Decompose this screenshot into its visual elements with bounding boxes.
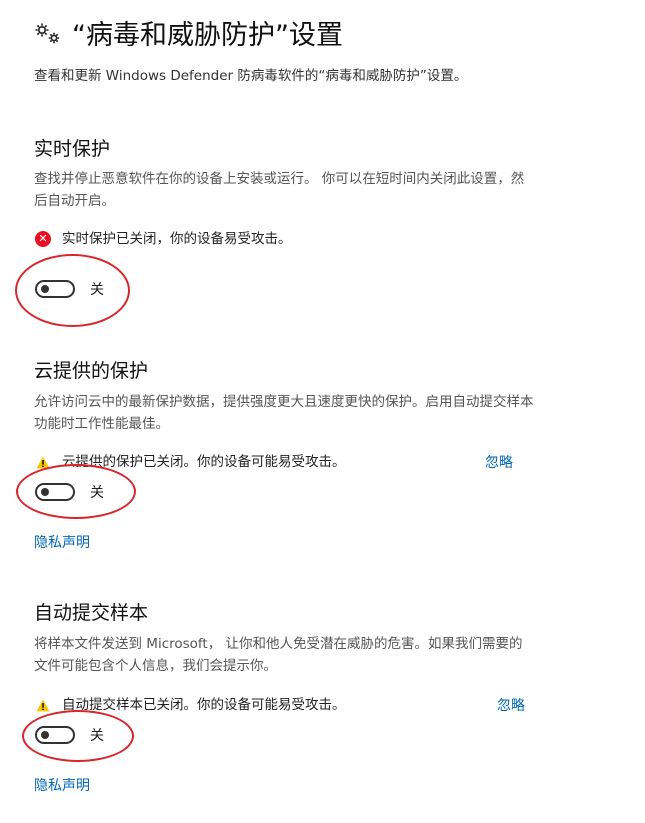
toggle-row-cloud: 关 [35, 481, 104, 503]
status-row-cloud: 云提供的保护已关闭。你的设备可能易受攻击。 [34, 452, 346, 472]
section-title-realtime: 实时保护 [34, 138, 111, 160]
privacy-link-sample[interactable]: 隐私声明 [34, 775, 90, 795]
realtime-protection-toggle[interactable] [35, 280, 75, 298]
error-icon: ✕ [34, 230, 52, 248]
warning-icon [34, 696, 52, 714]
section-description-sample: 将样本文件发送到 Microsoft， 让你和他人免受潜在威胁的危害。如果我们需… [34, 636, 523, 674]
page-title: “病毒和威胁防护”设置 [72, 20, 343, 51]
status-row-sample: 自动提交样本已关闭。你的设备可能易受攻击。 [34, 695, 346, 715]
section-title-sample: 自动提交样本 [34, 602, 149, 624]
status-text-sample: 自动提交样本已关闭。你的设备可能易受攻击。 [62, 697, 346, 713]
toggle-row-realtime: 关 [35, 278, 104, 300]
toggle-label-cloud: 关 [90, 485, 104, 501]
section-description-realtime: 查找并停止恶意软件在你的设备上安装或运行。 你可以在短时间内关闭此设置，然后自动… [34, 171, 525, 209]
toggle-knob [41, 285, 49, 293]
dismiss-link-sample[interactable]: 忽略 [497, 695, 525, 715]
status-text-realtime: 实时保护已关闭，你的设备易受攻击。 [62, 231, 292, 247]
toggle-label-realtime: 关 [90, 282, 104, 298]
section-description-cloud: 允许访问云中的最新保护数据，提供强度更大且速度更快的保护。启用自动提交样本功能时… [34, 394, 534, 432]
toggle-knob [41, 731, 49, 739]
warning-icon [34, 453, 52, 471]
cloud-protection-toggle[interactable] [35, 483, 75, 501]
dismiss-link-cloud[interactable]: 忽略 [485, 452, 513, 472]
toggle-knob [41, 488, 49, 496]
toggle-label-sample: 关 [90, 728, 104, 744]
sample-submission-toggle[interactable] [35, 726, 75, 744]
status-text-cloud: 云提供的保护已关闭。你的设备可能易受攻击。 [62, 454, 346, 470]
section-title-cloud: 云提供的保护 [34, 360, 149, 382]
page-description: 查看和更新 Windows Defender 防病毒软件的“病毒和威胁防护”设置… [34, 68, 468, 84]
gears-icon [34, 22, 62, 46]
toggle-row-sample: 关 [35, 724, 104, 746]
privacy-link-cloud[interactable]: 隐私声明 [34, 532, 90, 552]
status-row-realtime: ✕ 实时保护已关闭，你的设备易受攻击。 [34, 229, 292, 249]
